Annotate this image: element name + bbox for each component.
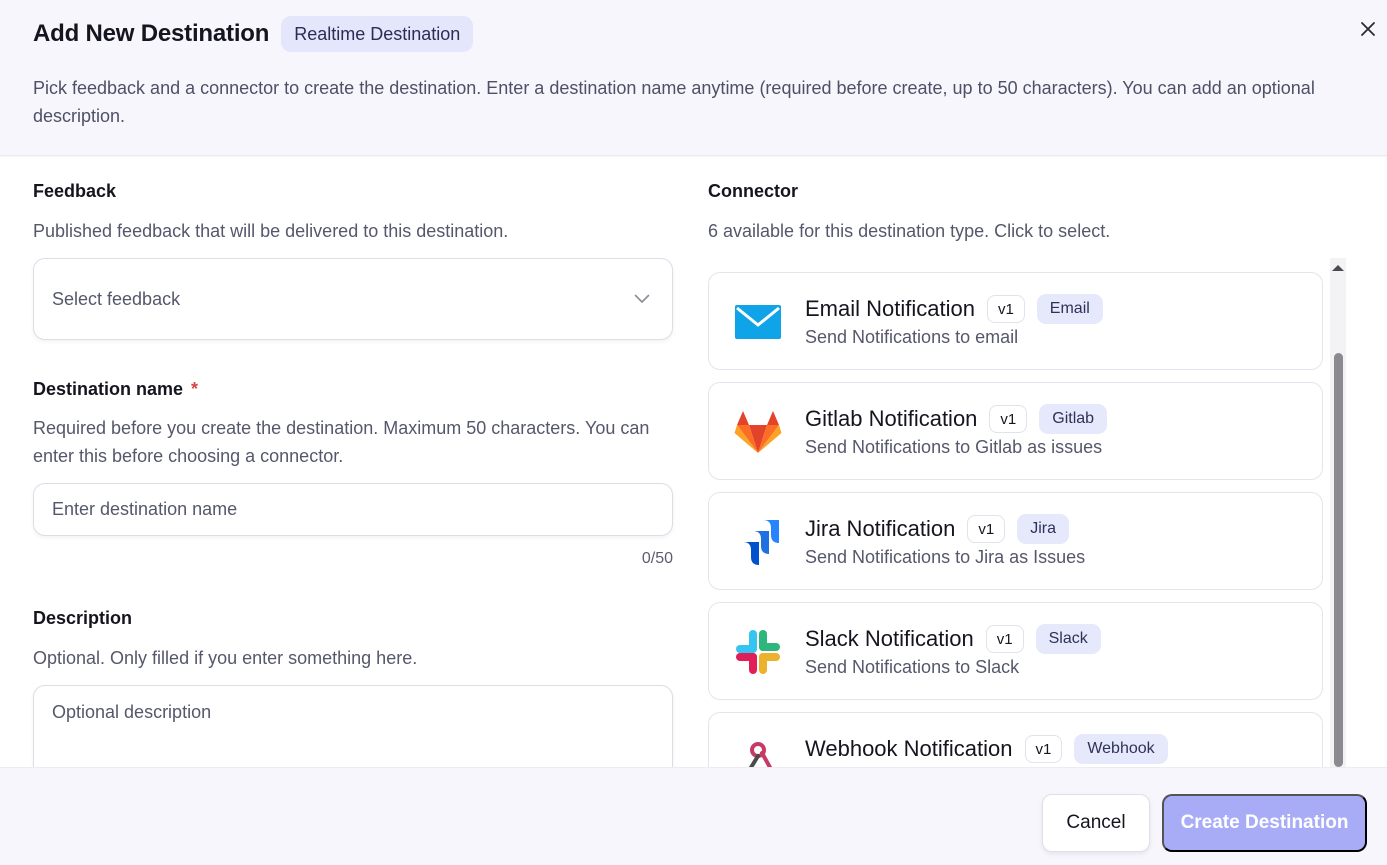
connector-name: Slack Notification (805, 626, 974, 651)
description-help: Optional. Only filled if you enter somet… (33, 648, 418, 668)
connector-label: Connector (708, 181, 798, 201)
create-destination-button[interactable]: Create Destination (1162, 794, 1367, 852)
destination-name-help: Required before you create the destinati… (33, 418, 650, 466)
version-badge: v1 (989, 405, 1028, 433)
connector-card-jira[interactable]: Jira Notification v1 Jira Send Notificat… (708, 492, 1323, 590)
destination-name-placeholder: Enter destination name (52, 499, 238, 519)
required-indicator: * (191, 379, 199, 399)
connector-card-webhook[interactable]: Webhook Notification v1 Webhook (708, 712, 1323, 767)
character-counter: 0/50 (641, 550, 673, 567)
connector-description: Send Notifications to Gitlab as issues (805, 437, 1103, 457)
connector-title-row: Slack Notification v1 Slack (805, 624, 1101, 654)
connector-description: Send Notifications to email (805, 327, 1019, 347)
version-badge: v1 (967, 515, 1006, 543)
connector-list[interactable]: Email Notification v1 Email Send Notific… (708, 257, 1333, 767)
connector-type-chip: Gitlab (1039, 404, 1108, 434)
connector-type-chip: Webhook (1074, 734, 1168, 764)
destination-name-label: Destination name * (33, 379, 198, 400)
connector-card-email[interactable]: Email Notification v1 Email Send Notific… (708, 272, 1323, 370)
connector-description: Send Notifications to Slack (805, 657, 1020, 677)
modal-header: Add New Destination Realtime Destination… (0, 0, 1387, 156)
chevron-down-icon (634, 294, 650, 303)
right-column: Connector 6 available for this destinati… (708, 157, 1368, 767)
close-icon (1361, 22, 1375, 36)
destination-type-badge: Realtime Destination (281, 16, 474, 52)
connector-card-gitlab[interactable]: Gitlab Notification v1 Gitlab Send Notif… (708, 382, 1323, 480)
scrollbar-thumb[interactable] (1334, 353, 1343, 767)
description-label: Description (33, 608, 133, 628)
feedback-help: Published feedback that will be delivere… (33, 221, 509, 241)
connector-title-row: Jira Notification v1 Jira (805, 514, 1070, 544)
jira-icon (733, 517, 783, 567)
version-badge: v1 (1024, 735, 1063, 763)
version-badge: v1 (985, 625, 1024, 653)
modal-footer: Cancel Create Destination (0, 767, 1387, 865)
feedback-label: Feedback (33, 181, 117, 201)
modal-subtitle: Pick feedback and a connector to create … (33, 78, 1315, 126)
title-row: Add New Destination Realtime Destination (33, 16, 474, 52)
destination-name-label-text: Destination name (33, 379, 184, 399)
connector-help: 6 available for this destination type. C… (708, 221, 1111, 241)
connector-description: Send Notifications to Jira as Issues (805, 547, 1086, 567)
email-icon (733, 297, 783, 347)
connector-name: Jira Notification (805, 516, 956, 541)
close-button[interactable] (1356, 17, 1380, 41)
destination-name-field[interactable]: Enter destination name (33, 483, 673, 536)
feedback-select-placeholder: Select feedback (52, 288, 181, 309)
slack-icon (733, 627, 783, 677)
connector-card-slack[interactable]: Slack Notification v1 Slack Send Notific… (708, 602, 1323, 700)
modal-body: Feedback Published feedback that will be… (0, 157, 1387, 767)
webhook-icon (733, 737, 783, 767)
description-placeholder: Optional description (52, 702, 212, 722)
cancel-button[interactable]: Cancel (1042, 794, 1150, 852)
connector-type-chip: Slack (1035, 624, 1101, 654)
version-badge: v1 (986, 295, 1025, 323)
connector-name: Gitlab Notification (805, 406, 978, 431)
connector-title-row: Email Notification v1 Email (805, 294, 1103, 324)
modal-title: Add New Destination (33, 20, 270, 47)
feedback-select[interactable]: Select feedback (33, 258, 673, 340)
description-textarea[interactable]: Optional description (33, 685, 673, 767)
connector-title-row: Gitlab Notification v1 Gitlab (805, 404, 1108, 434)
connector-type-chip: Jira (1017, 514, 1070, 544)
connector-title-row: Webhook Notification v1 Webhook (805, 734, 1168, 764)
connector-type-chip: Email (1036, 294, 1103, 324)
connector-name: Webhook Notification (805, 736, 1013, 761)
connector-name: Email Notification (805, 296, 975, 321)
scroll-up-arrow-icon[interactable] (1331, 264, 1345, 272)
gitlab-icon (733, 407, 783, 457)
